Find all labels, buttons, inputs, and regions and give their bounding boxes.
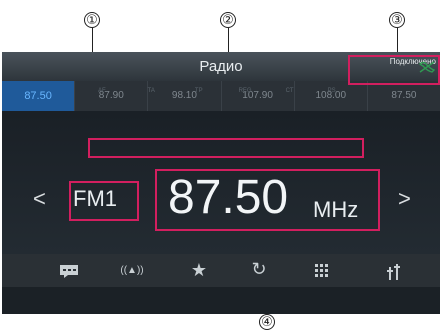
refresh-icon[interactable]: ↻ bbox=[247, 259, 271, 280]
highlight-status bbox=[348, 55, 440, 85]
flag-af: AF bbox=[98, 88, 106, 94]
highlight-band bbox=[69, 181, 139, 221]
callout-3: ③ bbox=[389, 12, 405, 28]
rds-flags: AF TA TP REG CT PS bbox=[90, 84, 362, 100]
callout-2: ② bbox=[220, 12, 236, 28]
flag-ta: TA bbox=[147, 88, 155, 94]
preset-6[interactable]: 87.50 bbox=[368, 81, 440, 111]
bottom-toolbar: ((▲)) ★ ↻ bbox=[2, 254, 440, 287]
grid-icon[interactable] bbox=[310, 264, 334, 282]
prev-button[interactable]: < bbox=[33, 186, 46, 212]
flag-reg: REG bbox=[238, 88, 252, 94]
antenna-icon[interactable]: ((▲)) bbox=[115, 265, 149, 276]
flag-ps: PS bbox=[327, 88, 336, 94]
equalizer-icon[interactable] bbox=[382, 264, 406, 284]
flag-tp: TP bbox=[194, 88, 203, 94]
message-icon[interactable] bbox=[57, 264, 81, 282]
next-button[interactable]: > bbox=[398, 186, 411, 212]
preset-1[interactable]: 87.50 bbox=[2, 81, 76, 111]
callout-1: ① bbox=[84, 12, 100, 28]
flag-ct: CT bbox=[285, 88, 294, 94]
highlight-frequency bbox=[155, 169, 380, 231]
highlight-flags bbox=[88, 138, 364, 158]
callout-4: ④ bbox=[259, 314, 275, 330]
star-icon[interactable]: ★ bbox=[187, 260, 211, 281]
